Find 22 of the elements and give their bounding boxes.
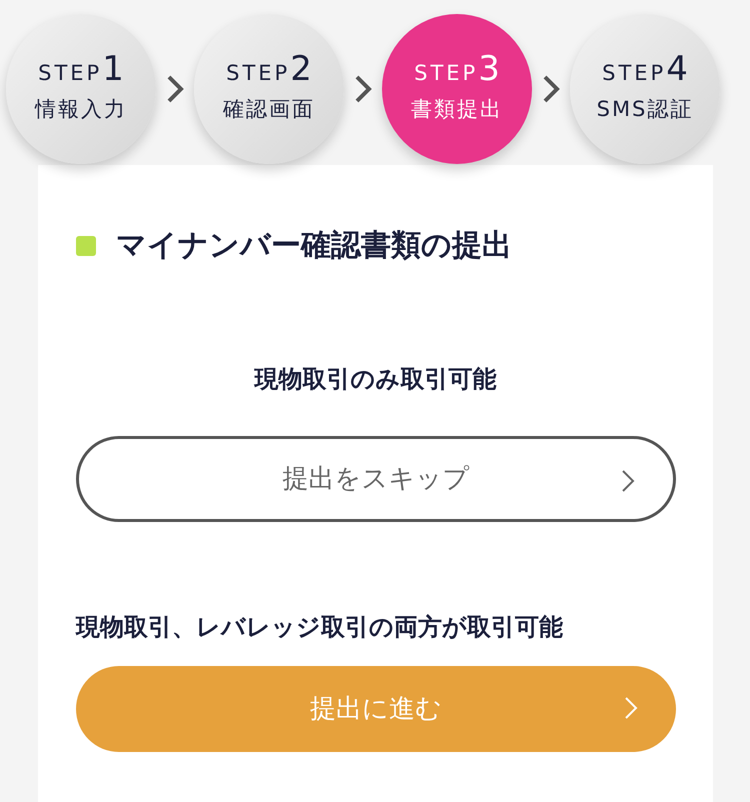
- step-name: 確認画面: [223, 96, 315, 123]
- step-name: SMS認証: [596, 96, 694, 123]
- step-label: STEP: [38, 62, 102, 84]
- step-label: STEP: [226, 62, 290, 84]
- step-name: 書類提出: [411, 96, 503, 123]
- step-label: STEP: [414, 62, 478, 84]
- heading-marker-icon: [76, 236, 96, 256]
- step-number: 4: [666, 52, 688, 86]
- option-note: 現物取引、レバレッジ取引の両方が取引可能: [76, 612, 564, 643]
- chevron-right-icon: [624, 696, 638, 720]
- section-heading: マイナンバー確認書類の提出: [116, 227, 512, 265]
- option-note: 現物取引のみ取引可能: [252, 364, 498, 395]
- step-label: STEP: [602, 62, 666, 84]
- chevron-right-icon: [165, 74, 185, 104]
- step-number: 3: [478, 52, 500, 86]
- chevron-right-icon: [541, 74, 561, 104]
- step-name: 情報入力: [35, 96, 127, 123]
- chevron-right-icon: [621, 469, 635, 493]
- chevron-right-icon: [353, 74, 373, 104]
- step-number: 2: [290, 52, 312, 86]
- skip-button[interactable]: 提出をスキップ: [76, 436, 676, 522]
- step-number: 1: [102, 52, 124, 86]
